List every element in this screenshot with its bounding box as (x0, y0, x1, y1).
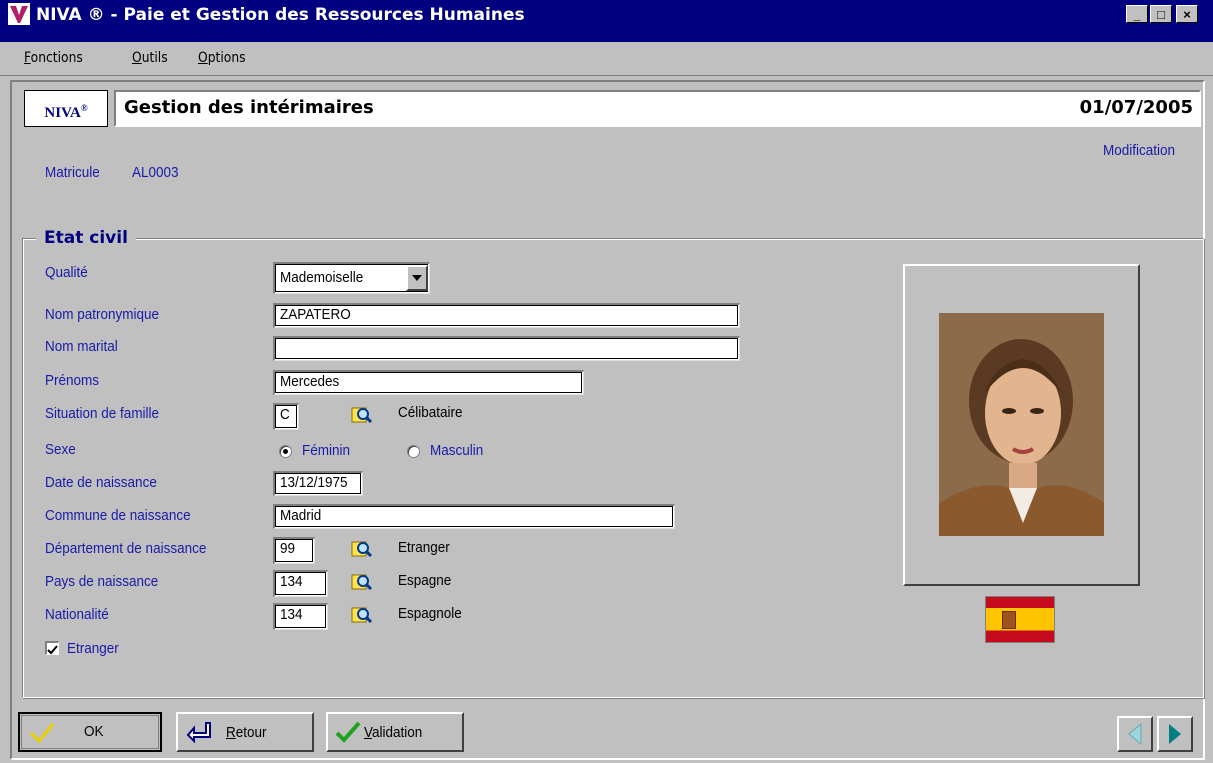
search-icon[interactable] (351, 540, 373, 558)
departement-code[interactable]: 99 (273, 537, 315, 564)
mode-indicator: Modification (1103, 142, 1176, 159)
previous-button[interactable] (1117, 716, 1153, 752)
prenoms-field[interactable]: Mercedes (273, 370, 584, 395)
radio-feminin-label[interactable]: Féminin (302, 442, 350, 459)
menu-options[interactable]: Options (198, 50, 246, 66)
return-arrow-icon (186, 722, 211, 744)
departement-text: Etranger (398, 539, 450, 556)
minimize-button[interactable]: _ (1126, 5, 1148, 23)
menu-outils[interactable]: Outils (132, 50, 168, 66)
prenoms-label: Prénoms (45, 372, 100, 389)
nationalite-label: Nationalité (45, 606, 109, 623)
search-icon[interactable] (351, 406, 373, 424)
situation-famille-code[interactable]: C (273, 403, 299, 430)
matricule-value: AL0003 (132, 164, 179, 181)
commune-naissance-field[interactable]: Madrid (273, 504, 675, 529)
radio-masculin[interactable] (407, 445, 420, 458)
retour-button[interactable]: Retour (176, 712, 314, 752)
nom-patronymique-label: Nom patronymique (45, 306, 160, 323)
nom-marital-label: Nom marital (45, 338, 118, 355)
search-icon[interactable] (351, 606, 373, 624)
search-icon[interactable] (351, 573, 373, 591)
nom-marital-field[interactable] (273, 336, 740, 361)
etranger-checkbox[interactable] (45, 641, 59, 655)
title-bar[interactable]: NIVA ® - Paie et Gestion des Ressources … (0, 0, 1213, 42)
spain-flag-icon (985, 596, 1055, 643)
coat-of-arms-icon (1002, 611, 1016, 629)
pays-code[interactable]: 134 (273, 570, 328, 597)
close-button[interactable]: × (1176, 5, 1198, 23)
previous-arrow-icon (1128, 722, 1142, 746)
chevron-down-icon (412, 275, 422, 281)
nationalite-code[interactable]: 134 (273, 603, 328, 630)
sexe-label: Sexe (45, 441, 76, 458)
group-title: Etat civil (36, 228, 136, 248)
checkmark-icon (47, 645, 58, 655)
qualite-dropdown-button[interactable] (406, 265, 428, 291)
commune-naissance-label: Commune de naissance (45, 507, 191, 524)
green-check-icon (335, 721, 361, 743)
nom-patronymique-field[interactable]: ZAPATERO (273, 303, 740, 328)
etranger-label[interactable]: Etranger (67, 640, 119, 657)
header-date: 01/07/2005 (1079, 97, 1193, 118)
next-button[interactable] (1157, 716, 1193, 752)
qualite-label: Qualité (45, 264, 88, 281)
matricule-label: Matricule (45, 164, 100, 181)
niva-app-icon (8, 3, 30, 25)
situation-famille-label: Situation de famille (45, 405, 160, 422)
pays-naissance-label: Pays de naissance (45, 573, 159, 590)
employee-photo (939, 313, 1104, 536)
page-title: Gestion des intérimaires (124, 97, 374, 118)
nationalite-text: Espagnole (398, 605, 462, 622)
next-arrow-icon (1169, 724, 1181, 744)
menu-fonctions[interactable]: Fonctions (24, 50, 83, 66)
date-naissance-label: Date de naissance (45, 474, 157, 491)
maximize-button[interactable]: □ (1150, 5, 1172, 23)
window-title: NIVA ® - Paie et Gestion des Ressources … (36, 5, 525, 25)
situation-famille-text: Célibataire (398, 404, 463, 421)
departement-naissance-label: Département de naissance (45, 540, 207, 557)
pays-text: Espagne (398, 572, 452, 589)
menu-bar: Fonctions Outils Options (0, 42, 1213, 76)
validation-button[interactable]: Validation (326, 712, 464, 752)
niva-logo: NIVA® (24, 90, 108, 127)
date-naissance-field[interactable]: 13/12/1975 (273, 471, 363, 496)
check-icon (29, 723, 55, 744)
radio-feminin[interactable] (279, 445, 292, 458)
ok-button[interactable]: OK (18, 712, 162, 752)
radio-masculin-label[interactable]: Masculin (430, 442, 483, 459)
